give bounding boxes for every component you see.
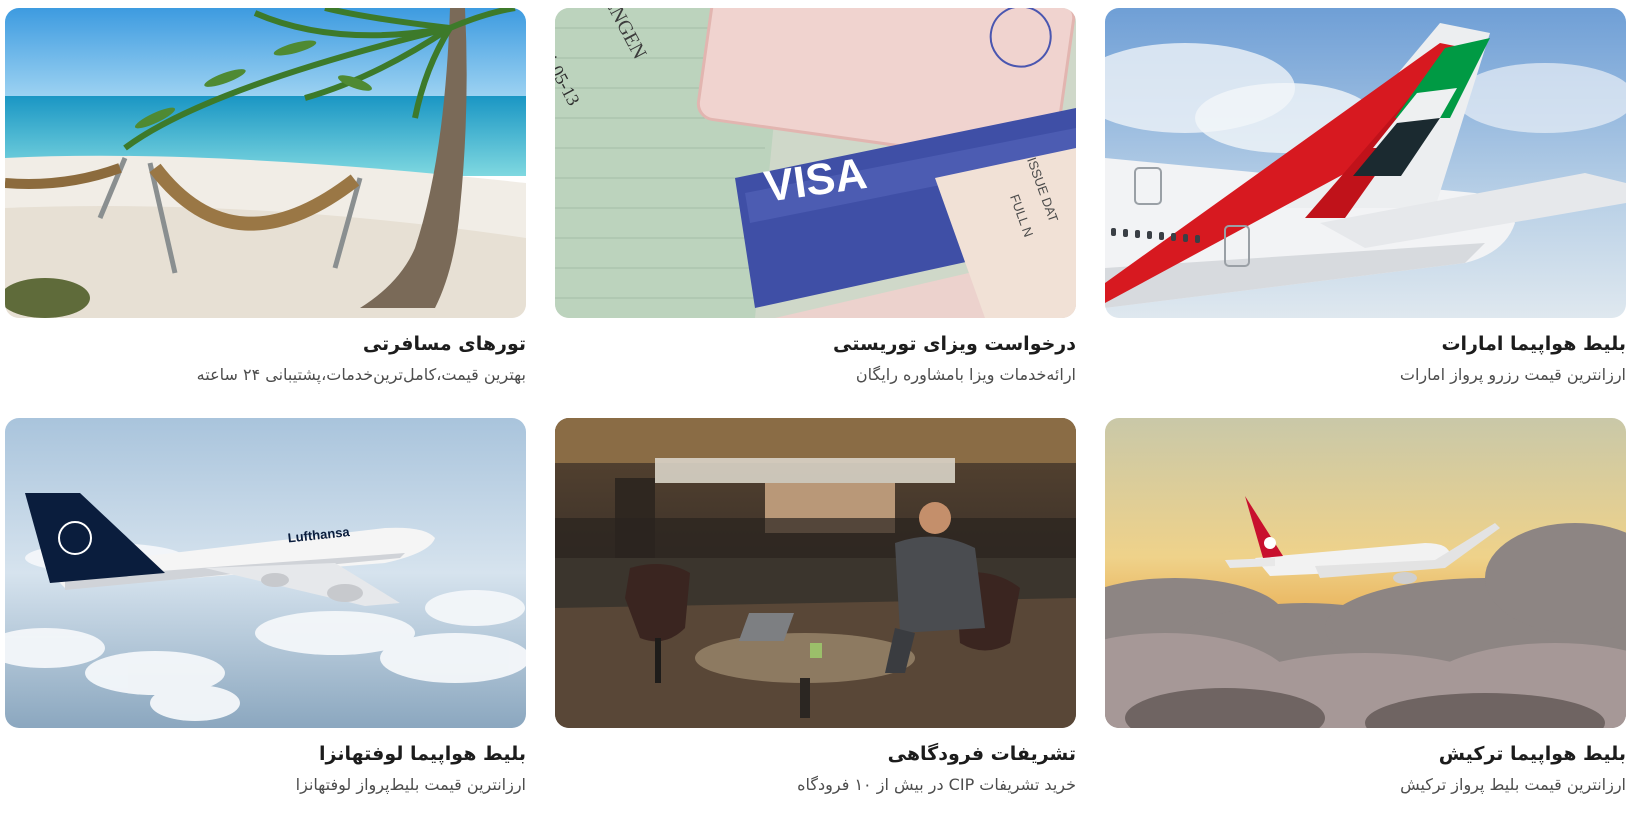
card-lufthansa-flight[interactable]: Lufthansa بلیط هواپیما لوفتهانزا ارزانتر… — [5, 418, 526, 813]
card-subtitle: ارزانترین قیمت رزرو پرواز امارات — [1399, 365, 1626, 384]
card-subtitle: ارزانترین قیمت بلیط‌پرواز لوفتهانزا — [295, 775, 526, 794]
airport-lounge-image[interactable] — [555, 418, 1076, 728]
card-title[interactable]: بلیط هواپیما ترکیش — [1105, 742, 1626, 766]
card-subtitle: خرید تشریفات CIP در بیش از ۱۰ فرودگاه — [797, 775, 1076, 794]
card-subtitle: ارائه‌خدمات ویزا با‌مشاوره رایگان — [855, 365, 1076, 384]
card-subtitle: بهترین قیمت،کامل‌ترین‌خدمات،پشتیبانی ۲۴ … — [196, 365, 526, 384]
card-title[interactable]: تشریفات فرودگاهی — [555, 742, 1076, 766]
card-title[interactable]: درخواست ویزای توریستی — [555, 332, 1076, 356]
beach-hammock-palm-image[interactable] — [5, 8, 526, 318]
card-title[interactable]: تورهای مسافرتی — [5, 332, 526, 356]
card-emirates-flight[interactable]: بلیط هواپیما امارات ارزانترین قیمت رزرو … — [1105, 8, 1626, 418]
card-subtitle: ارزانترین قیمت بلیط پرواز ترکیش — [1400, 775, 1626, 794]
emirates-plane-tail-image[interactable] — [1105, 8, 1626, 318]
card-title[interactable]: بلیط هواپیما امارات — [1105, 332, 1626, 356]
card-airport-cip[interactable]: تشریفات فرودگاهی خرید تشریفات CIP در بیش… — [555, 418, 1076, 813]
service-cards-grid: بلیط هواپیما امارات ارزانترین قیمت رزرو … — [5, 8, 1626, 813]
lufthansa-plane-sky-image[interactable]: Lufthansa — [5, 418, 526, 728]
visa-passport-stamps-image[interactable]: VISA ESTADOS SCHENGEN 04-05-13 FULL N IS… — [555, 8, 1076, 318]
card-travel-tours[interactable]: تورهای مسافرتی بهترین قیمت،کامل‌ترین‌خدم… — [5, 8, 526, 418]
card-title[interactable]: بلیط هواپیما لوفتهانزا — [5, 742, 526, 766]
card-tourist-visa[interactable]: VISA ESTADOS SCHENGEN 04-05-13 FULL N IS… — [555, 8, 1076, 418]
card-turkish-flight[interactable]: بلیط هواپیما ترکیش ارزانترین قیمت بلیط پ… — [1105, 418, 1626, 813]
turkish-plane-clouds-image[interactable] — [1105, 418, 1626, 728]
